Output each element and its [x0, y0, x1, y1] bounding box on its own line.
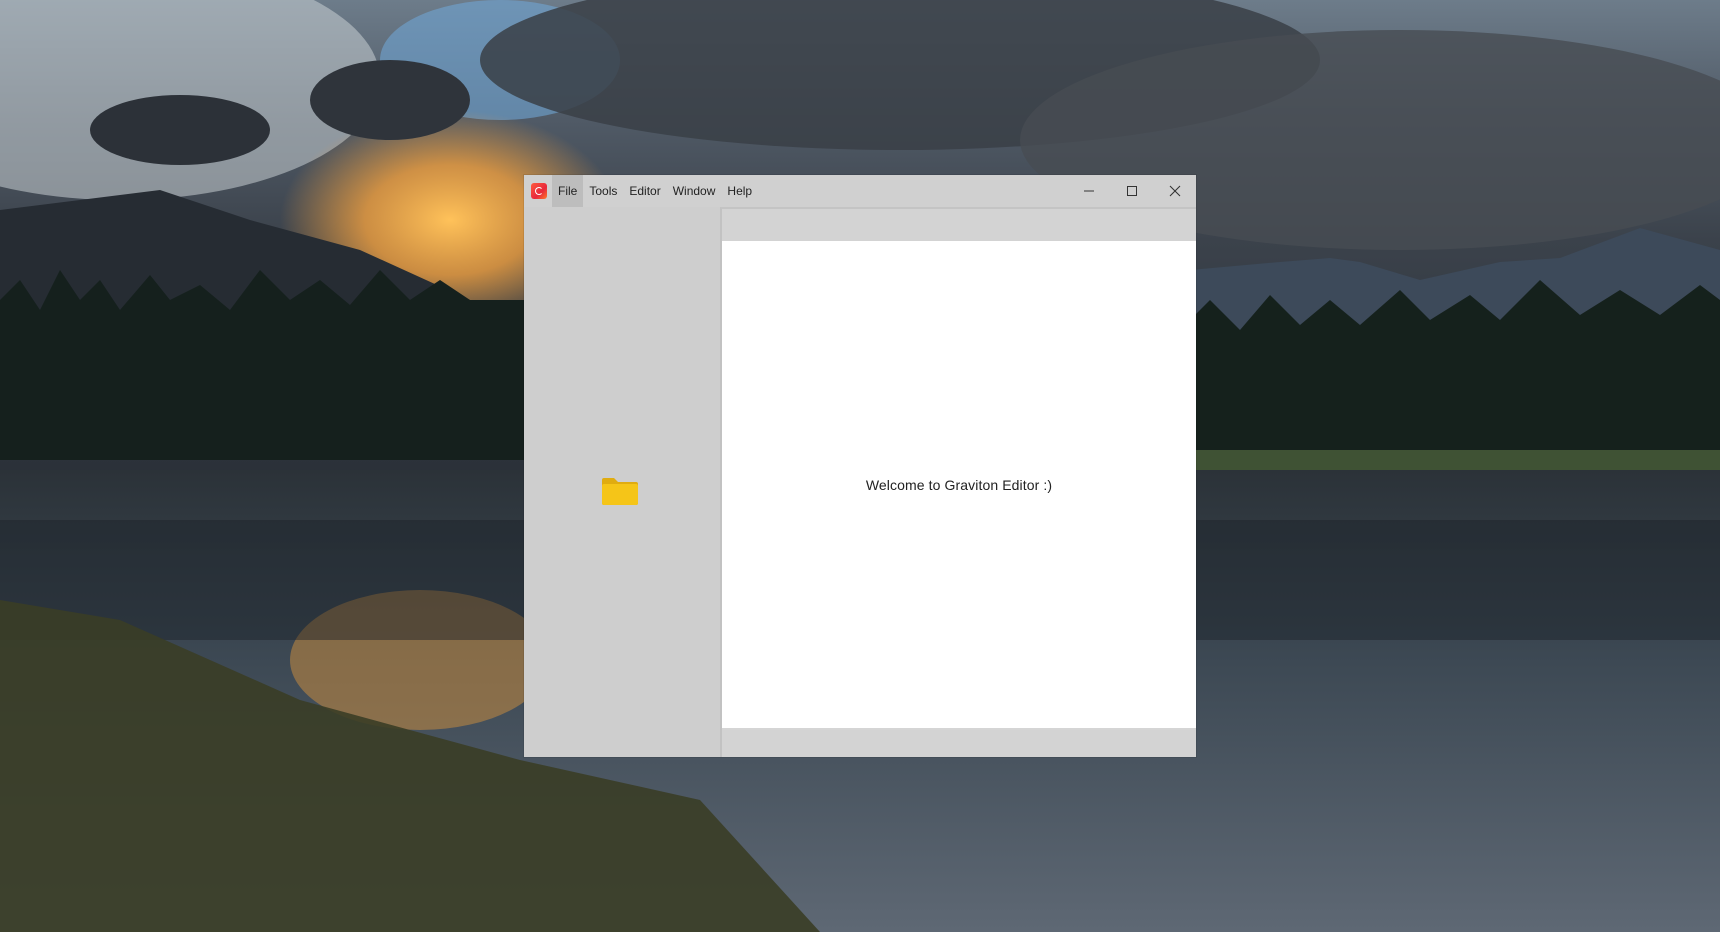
folder-icon[interactable] — [600, 476, 640, 506]
maximize-button[interactable] — [1110, 175, 1153, 207]
menu-window[interactable]: Window — [667, 175, 722, 207]
tab-strip[interactable] — [722, 209, 1196, 241]
menu-editor[interactable]: Editor — [623, 175, 666, 207]
minimize-button[interactable] — [1067, 175, 1110, 207]
main-area: Welcome to Graviton Editor :) — [720, 207, 1196, 757]
title-bar[interactable]: File Tools Editor Window Help — [524, 175, 1196, 207]
close-icon — [1169, 185, 1180, 197]
close-button[interactable] — [1153, 175, 1196, 207]
minimize-icon — [1083, 190, 1094, 192]
graviton-logo-icon — [531, 183, 547, 199]
menu-file[interactable]: File — [552, 175, 584, 207]
menu-help[interactable]: Help — [721, 175, 758, 207]
window-controls — [1067, 175, 1196, 207]
menu-tools[interactable]: Tools — [583, 175, 623, 207]
graviton-window: File Tools Editor Window Help Welcome to… — [524, 175, 1196, 757]
editor-area[interactable]: Welcome to Graviton Editor :) — [722, 241, 1196, 728]
status-bar — [722, 730, 1196, 757]
maximize-icon — [1126, 186, 1137, 196]
welcome-message: Welcome to Graviton Editor :) — [865, 476, 1053, 493]
side-panel — [524, 207, 720, 757]
